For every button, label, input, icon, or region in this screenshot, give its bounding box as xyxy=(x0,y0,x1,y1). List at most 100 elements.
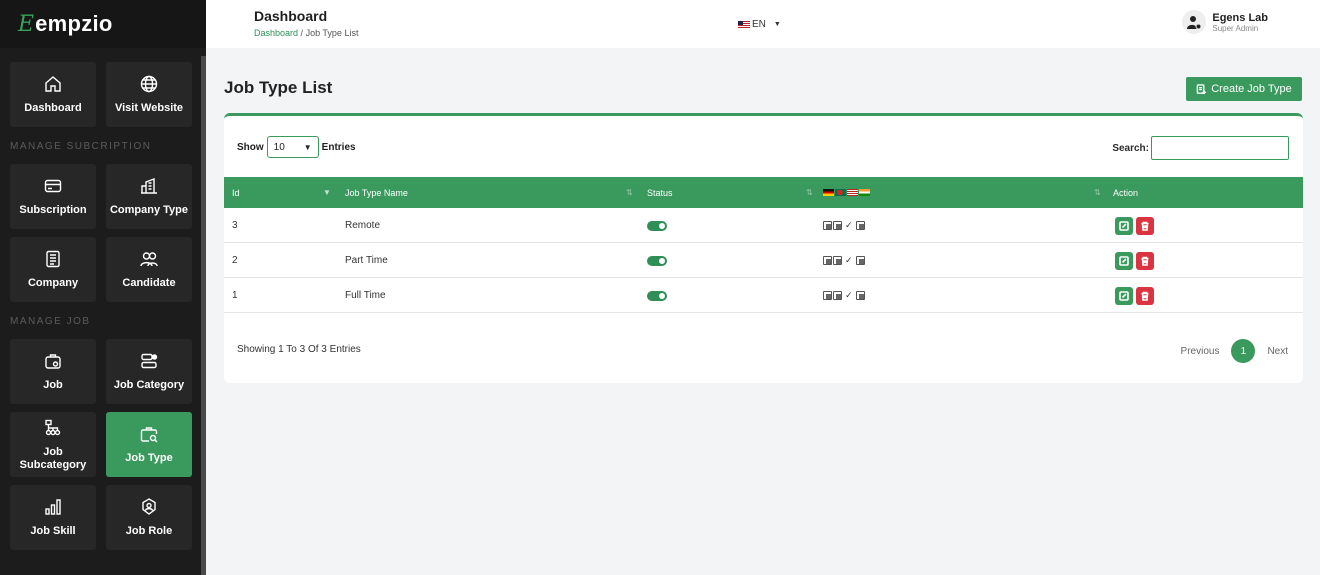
translate-icon[interactable] xyxy=(855,256,865,265)
sort-desc-icon[interactable]: ▼ xyxy=(323,188,331,197)
bd-flag-icon xyxy=(835,189,846,196)
user-name: Egens Lab xyxy=(1212,11,1268,24)
delete-button[interactable] xyxy=(1136,216,1154,235)
sidebar-item-company-type[interactable]: Company Type xyxy=(106,164,192,229)
page-size-select[interactable]: 10 ▼ xyxy=(266,136,319,158)
sidebar-item-label: Visit Website xyxy=(114,102,184,115)
translate-icon[interactable] xyxy=(833,221,842,230)
sidebar: E empzio Dashboard Visit Website MANAGE … xyxy=(0,0,206,575)
us-flag-icon xyxy=(847,189,858,196)
row-status xyxy=(647,278,667,313)
logo-text: empzio xyxy=(35,11,113,36)
create-job-type-label: Create Job Type xyxy=(1211,83,1292,95)
table-header: Id ▼ Job Type Name ⇅ Status ⇅ ⇅ Action xyxy=(224,177,1303,208)
translate-icon[interactable] xyxy=(823,221,832,230)
translate-icon[interactable] xyxy=(833,256,842,265)
translate-icon[interactable] xyxy=(823,291,832,300)
search-input[interactable] xyxy=(1151,136,1289,160)
translate-icon[interactable] xyxy=(855,221,865,230)
in-flag-icon xyxy=(859,189,870,196)
delete-button[interactable] xyxy=(1136,251,1154,270)
building-icon xyxy=(141,178,157,194)
row-name: Full Time xyxy=(345,290,386,301)
logo-letter: E xyxy=(18,11,35,37)
column-header-id[interactable]: Id xyxy=(232,177,240,208)
category-icon xyxy=(141,353,158,369)
language-label: EN xyxy=(752,19,766,30)
sort-icon[interactable]: ⇅ xyxy=(626,188,633,197)
table-row: 3 Remote ✓ xyxy=(224,208,1303,243)
edit-icon xyxy=(1119,255,1129,266)
create-job-type-button[interactable]: Create Job Type xyxy=(1186,77,1302,101)
trash-icon xyxy=(1141,221,1149,231)
briefcase-icon xyxy=(45,354,61,369)
sidebar-item-label: Candidate xyxy=(122,277,176,290)
table-row: 1 Full Time ✓ xyxy=(224,278,1303,313)
row-id: 2 xyxy=(232,255,238,266)
row-actions xyxy=(1115,278,1154,313)
de-flag-icon xyxy=(823,189,834,196)
row-actions xyxy=(1115,243,1154,278)
sidebar-item-candidate[interactable]: Candidate xyxy=(106,237,192,302)
show-label: Show xyxy=(237,141,264,153)
row-status xyxy=(647,208,667,243)
user-menu[interactable]: Egens Lab Super Admin xyxy=(1182,10,1268,34)
edit-button[interactable] xyxy=(1115,216,1133,235)
add-document-icon xyxy=(1196,83,1207,94)
sort-icon[interactable]: ⇅ xyxy=(806,188,813,197)
card-icon xyxy=(44,179,62,193)
pagination-page[interactable]: 1 xyxy=(1231,339,1256,363)
row-id: 1 xyxy=(232,290,238,301)
user-role: Super Admin xyxy=(1212,23,1259,33)
pagination-previous[interactable]: Previous xyxy=(1181,346,1220,357)
edit-button[interactable] xyxy=(1115,286,1133,305)
breadcrumb-home[interactable]: Dashboard xyxy=(254,28,298,38)
check-icon: ✓ xyxy=(845,255,853,265)
sidebar-item-label: Job Category xyxy=(113,379,185,392)
header-title: Dashboard xyxy=(254,8,328,24)
language-flags xyxy=(823,189,870,196)
status-toggle[interactable] xyxy=(647,255,667,266)
trash-icon xyxy=(1141,291,1149,301)
sidebar-item-label: Job Subcategory xyxy=(19,445,87,471)
status-toggle[interactable] xyxy=(647,290,667,301)
column-header-name[interactable]: Job Type Name xyxy=(345,177,408,208)
avatar xyxy=(1182,10,1207,34)
sidebar-scrollbar[interactable] xyxy=(201,56,206,575)
sidebar-item-job-skill[interactable]: Job Skill xyxy=(10,485,96,550)
column-header-translations[interactable] xyxy=(823,177,870,208)
delete-button[interactable] xyxy=(1136,286,1154,305)
translate-icon[interactable] xyxy=(833,291,842,300)
row-actions xyxy=(1115,208,1154,243)
brand-logo[interactable]: E empzio xyxy=(0,0,206,48)
language-selector[interactable]: EN ▼ xyxy=(738,19,781,30)
pagination-next[interactable]: Next xyxy=(1267,346,1288,357)
edit-button[interactable] xyxy=(1115,251,1133,270)
column-header-status[interactable]: Status xyxy=(647,177,673,208)
showing-entries-text: Showing 1 To 3 Of 3 Entries xyxy=(237,344,361,355)
sidebar-item-job[interactable]: Job xyxy=(10,339,96,404)
sidebar-item-company[interactable]: Company xyxy=(10,237,96,302)
sort-icon[interactable]: ⇅ xyxy=(1094,188,1101,197)
translate-icon[interactable] xyxy=(855,291,865,300)
row-name: Remote xyxy=(345,220,381,231)
sidebar-item-dashboard[interactable]: Dashboard xyxy=(10,62,96,127)
document-icon xyxy=(46,250,60,268)
sidebar-item-job-category[interactable]: Job Category xyxy=(106,339,192,404)
breadcrumb-current: Job Type List xyxy=(305,28,359,38)
column-header-action: Action xyxy=(1113,187,1139,198)
sidebar-item-visit-website[interactable]: Visit Website xyxy=(106,62,192,127)
search-label: Search: xyxy=(1112,142,1149,154)
sidebar-item-label: Job xyxy=(43,379,63,392)
status-toggle[interactable] xyxy=(647,220,667,231)
role-icon xyxy=(142,498,156,516)
translate-icon[interactable] xyxy=(823,256,832,265)
sidebar-item-label: Company Type xyxy=(109,204,189,217)
sidebar-item-job-subcategory[interactable]: Job Subcategory xyxy=(10,412,96,477)
breadcrumb-separator: / xyxy=(300,28,304,38)
sidebar-item-job-type[interactable]: Job Type xyxy=(106,412,192,477)
sidebar-item-subscription[interactable]: Subscription xyxy=(10,164,96,229)
sidebar-item-job-role[interactable]: Job Role xyxy=(106,485,192,550)
row-translations: ✓ xyxy=(823,243,865,278)
table-row: 2 Part Time ✓ xyxy=(224,243,1303,278)
